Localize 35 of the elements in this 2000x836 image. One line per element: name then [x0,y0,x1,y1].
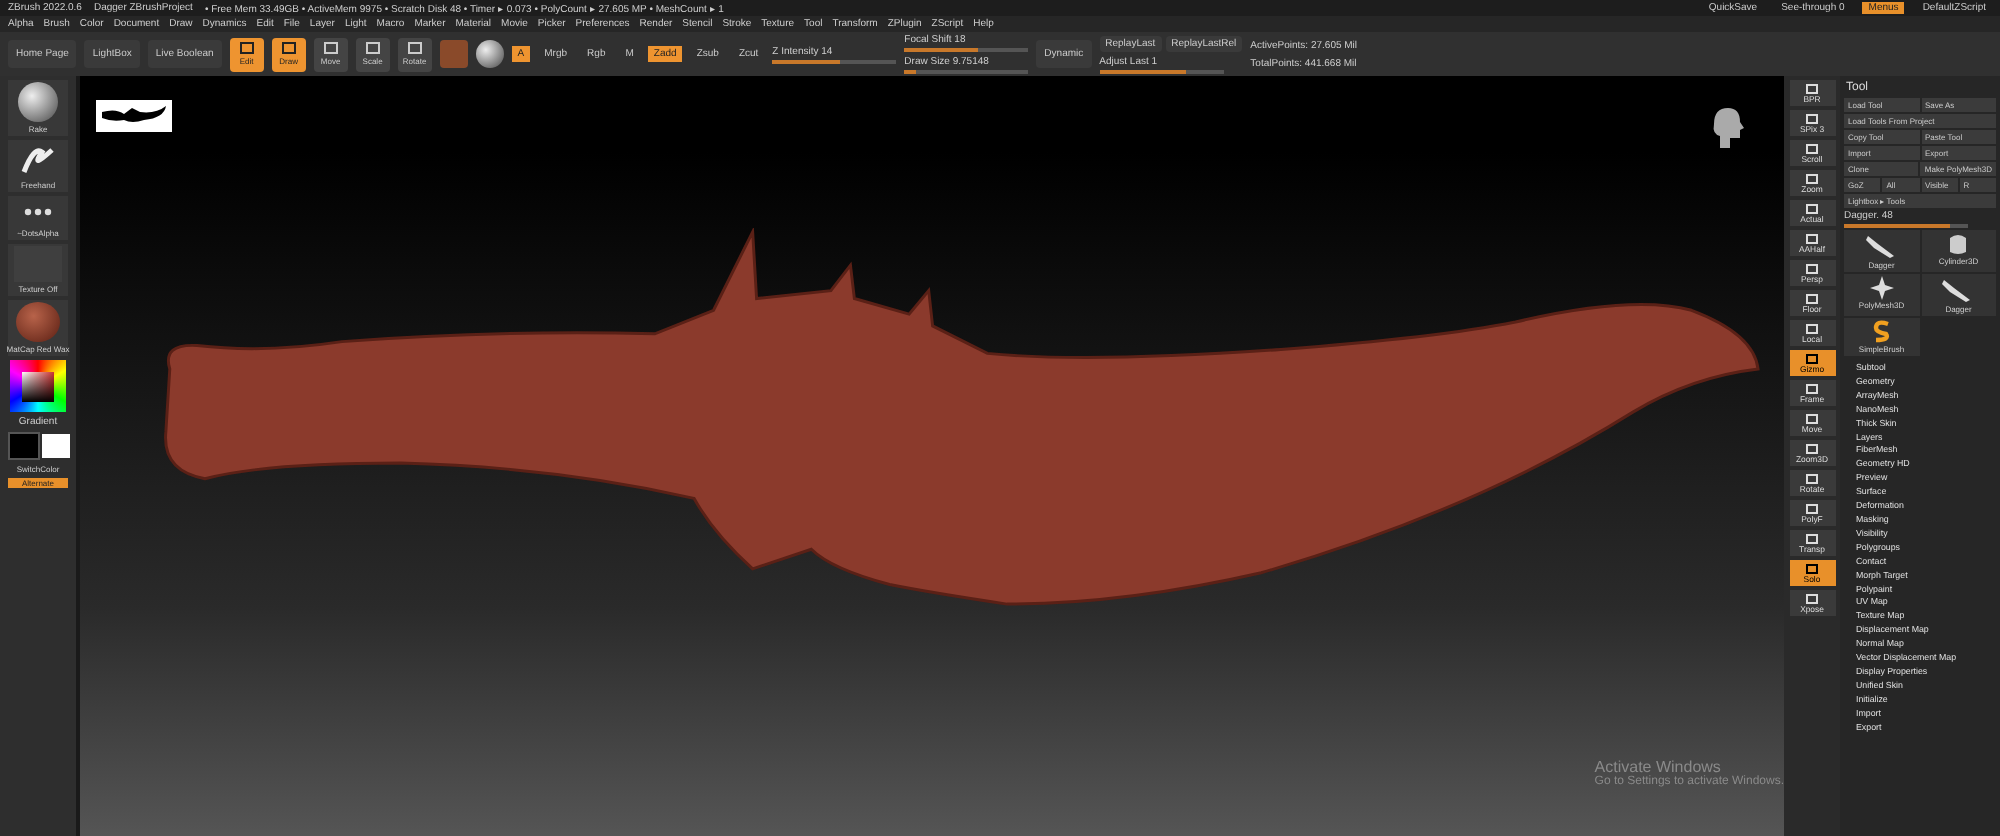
square-icon [1806,593,1818,603]
square-icon [1806,143,1818,153]
star-icon [1869,276,1894,300]
square-icon [1806,323,1818,333]
square-icon [1806,83,1818,93]
square-icon [1806,563,1818,573]
square-icon [407,42,422,54]
square-icon [365,42,380,54]
square-icon [1806,383,1818,393]
square-icon [1806,263,1818,273]
stroke-icon [18,142,58,178]
square-icon [1806,353,1818,363]
activation-notice-title: Activate Windows [1594,758,1721,776]
square-icon [1806,413,1818,423]
navigation-thumbnail[interactable] [96,100,172,132]
square-icon [1806,533,1818,543]
secondary-color-swatch[interactable] [41,434,69,458]
cylinder-icon [1946,232,1971,256]
square-icon [1806,443,1818,453]
square-icon [281,42,296,54]
square-icon [1806,293,1818,303]
square-icon [239,42,254,54]
square-icon [1806,173,1818,183]
s-icon [1869,320,1894,344]
primary-color-swatch[interactable] [7,432,39,460]
square-icon [1806,503,1818,513]
sphere-icon[interactable] [475,40,504,68]
square-icon [1806,113,1818,123]
square-icon [1806,473,1818,483]
head-orientation-icon[interactable] [1708,104,1748,152]
material-swatch[interactable] [439,40,468,68]
square-icon [1806,203,1818,213]
square-icon [323,42,338,54]
square-icon [1806,233,1818,243]
color-picker[interactable] [10,360,66,412]
